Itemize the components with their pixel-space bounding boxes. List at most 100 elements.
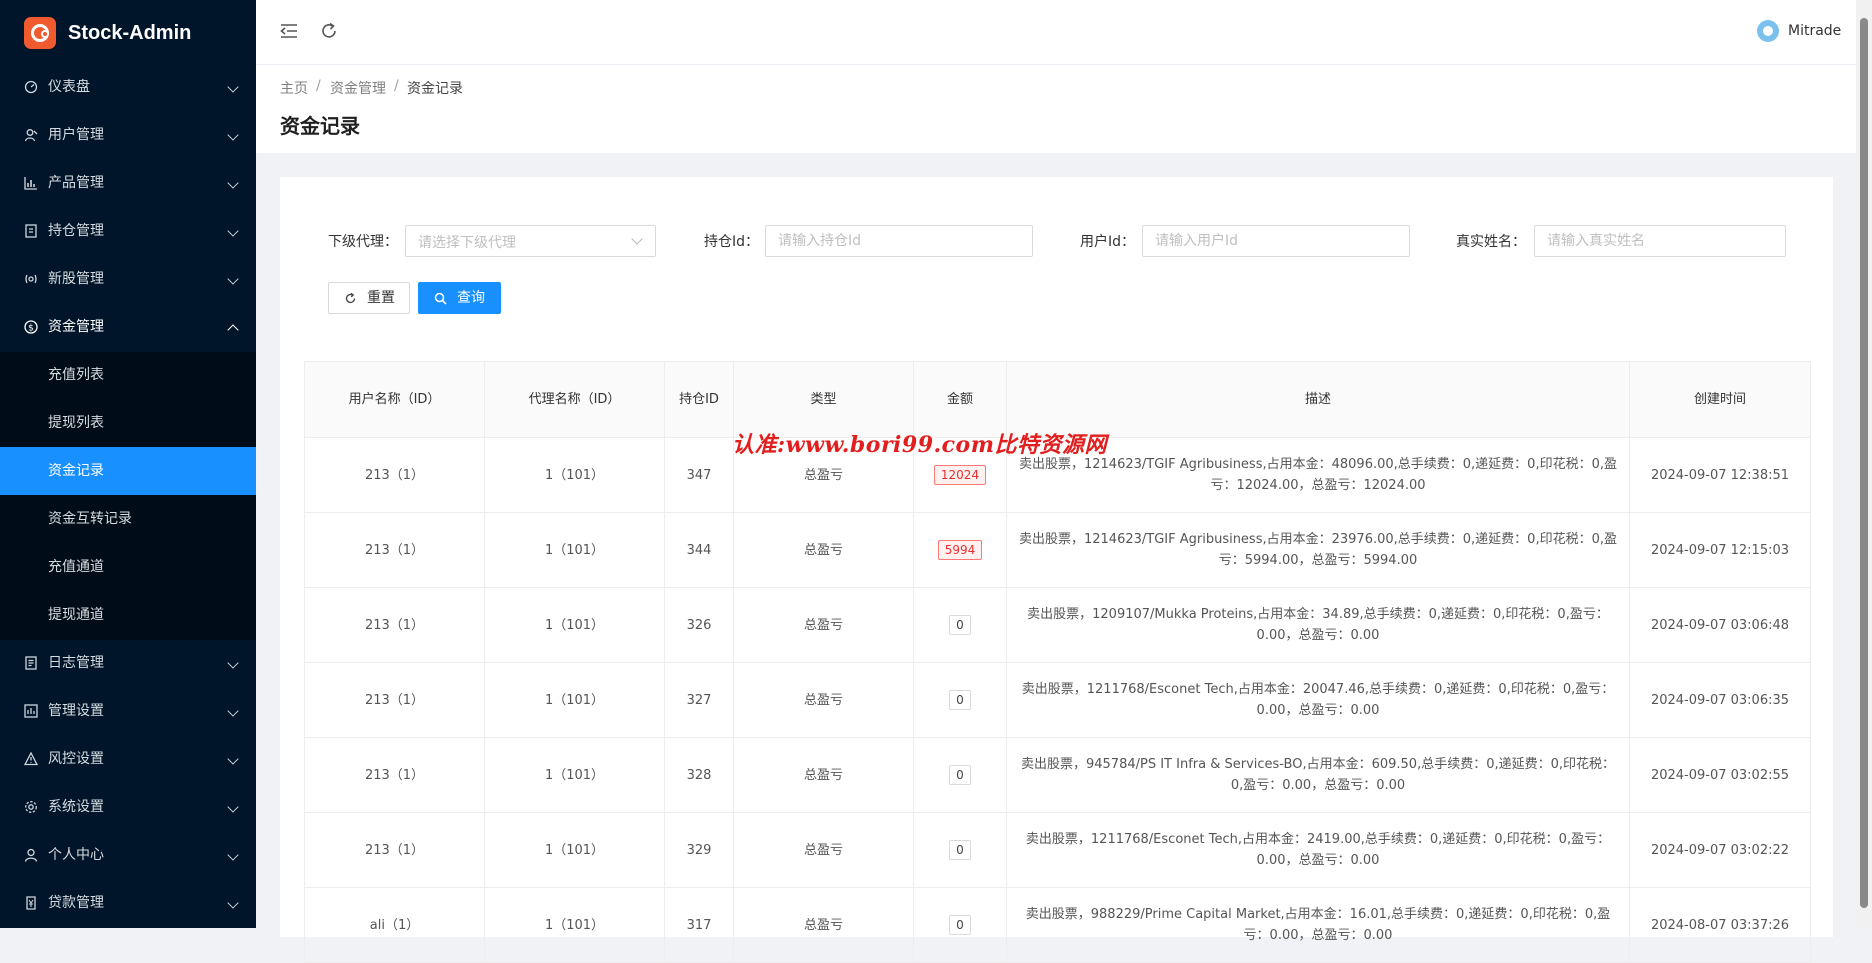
- scrollbar-thumb[interactable]: [1860, 18, 1868, 908]
- cell-amount: 0: [913, 587, 1007, 663]
- cell-user: 213（1）: [304, 662, 485, 738]
- sidebar-subitem-label: 提现通道: [48, 607, 104, 623]
- chevron-down-icon: [227, 801, 239, 813]
- real-name-input[interactable]: [1535, 226, 1785, 256]
- chevron-down-icon: [631, 233, 643, 245]
- cell-created: 2024-09-07 03:06:48: [1629, 587, 1811, 663]
- sidebar-item-ipo[interactable]: 新股管理: [0, 255, 256, 303]
- users-icon: [24, 129, 38, 142]
- breadcrumb-separator: /: [316, 78, 321, 94]
- chevron-down-icon: [227, 897, 239, 909]
- refresh-icon[interactable]: [318, 20, 340, 42]
- sidebar-item-loans[interactable]: 贷款管理: [0, 879, 256, 927]
- sidebar-subitem-recharge-list[interactable]: 充值列表: [0, 351, 256, 399]
- amount-tag: 0: [949, 839, 971, 860]
- sidebar-subitem-label: 资金互转记录: [48, 511, 132, 527]
- logo-icon: [24, 17, 56, 49]
- table-row: 213（1） 1（101） 328 总盈亏 0 卖出股票，945784/PS I…: [304, 737, 1811, 813]
- position-icon: [25, 224, 37, 238]
- position-id-input[interactable]: [766, 226, 1032, 256]
- amount-tag: 5994: [937, 539, 983, 560]
- cell-user: 213（1）: [304, 812, 485, 888]
- app-name: Stock-Admin: [68, 22, 192, 44]
- query-button[interactable]: 查询: [418, 282, 501, 314]
- user-id-input[interactable]: [1143, 226, 1409, 256]
- amount-tag: 12024: [933, 464, 987, 485]
- cell-description: 卖出股票，1209107/Mukka Proteins,占用本金：34.89,总…: [1006, 587, 1630, 663]
- cell-type: 总盈亏: [733, 662, 914, 738]
- sidebar-subitem-label: 充值通道: [48, 559, 104, 575]
- svg-text:$: $: [28, 323, 34, 333]
- chart-icon: [24, 177, 37, 190]
- sidebar-item-positions[interactable]: 持仓管理: [0, 207, 256, 255]
- position-id-field[interactable]: [765, 225, 1033, 257]
- sidebar-item-label: 日志管理: [48, 655, 104, 671]
- chevron-down-icon: [227, 225, 239, 237]
- chevron-down-icon: [227, 657, 239, 669]
- sidebar-item-risk[interactable]: 风控设置: [0, 735, 256, 783]
- user-id-label: 用户Id：: [1080, 234, 1136, 250]
- amount-tag: 0: [949, 614, 971, 635]
- sidebar-item-logs[interactable]: 日志管理: [0, 639, 256, 687]
- cell-type: 总盈亏: [733, 887, 914, 963]
- sidebar-item-label: 产品管理: [48, 175, 104, 191]
- cell-user: 213（1）: [304, 737, 485, 813]
- cell-type: 总盈亏: [733, 587, 914, 663]
- app-logo[interactable]: Stock-Admin: [24, 17, 244, 51]
- reset-button[interactable]: 重置: [328, 282, 410, 314]
- chevron-down-icon: [227, 129, 239, 141]
- sidebar-subitem-withdraw-channel[interactable]: 提现通道: [0, 591, 256, 639]
- cell-user: 213（1）: [304, 512, 485, 588]
- cell-amount: 0: [913, 887, 1007, 963]
- page-title: 资金记录: [280, 114, 360, 138]
- chevron-down-icon: [227, 705, 239, 717]
- menu-fold-icon[interactable]: [278, 20, 300, 42]
- cell-agent: 1（101）: [484, 737, 665, 813]
- cell-user: ali（1）: [304, 887, 485, 963]
- cell-agent: 1（101）: [484, 812, 665, 888]
- cell-amount: 0: [913, 662, 1007, 738]
- sidebar-item-label: 管理设置: [48, 703, 104, 719]
- agent-filter-label: 下级代理：: [328, 234, 398, 250]
- gear-icon: [25, 801, 37, 813]
- cell-description: 卖出股票，988229/Prime Capital Market,占用本金：16…: [1006, 887, 1630, 963]
- table-row: 213（1） 1（101） 344 总盈亏 5994 卖出股票，1214623/…: [304, 512, 1811, 588]
- amount-tag: 0: [949, 689, 971, 710]
- agent-select[interactable]: 请选择下级代理: [405, 225, 656, 257]
- sidebar-subitem-withdraw-list[interactable]: 提现列表: [0, 399, 256, 447]
- sidebar-subitem-fund-records[interactable]: 资金记录: [0, 447, 256, 495]
- cell-created: 2024-08-07 03:37:26: [1629, 887, 1811, 963]
- sidebar-item-dashboard[interactable]: 仪表盘: [0, 63, 256, 111]
- cell-agent: 1（101）: [484, 587, 665, 663]
- cell-amount: 0: [913, 812, 1007, 888]
- sidebar-item-management[interactable]: 管理设置: [0, 687, 256, 735]
- warning-icon: [24, 752, 38, 766]
- search-icon: [434, 292, 447, 305]
- real-name-field[interactable]: [1534, 225, 1786, 257]
- sidebar-item-funds[interactable]: $ 资金管理: [0, 303, 256, 351]
- ipo-icon: [25, 274, 37, 284]
- cell-description: 卖出股票，1211768/Esconet Tech,占用本金：20047.46,…: [1006, 662, 1630, 738]
- table-row: ali（1） 1（101） 317 总盈亏 0 卖出股票，988229/Prim…: [304, 887, 1811, 963]
- content-card: 下级代理： 请选择下级代理 持仓Id： 用户Id： 真实姓名： 重置 查询 用户…: [280, 177, 1833, 963]
- sidebar-item-products[interactable]: 产品管理: [0, 159, 256, 207]
- breadcrumb-funds[interactable]: 资金管理: [330, 78, 386, 98]
- column-header-created: 创建时间: [1629, 361, 1811, 438]
- agent-select-placeholder: 请选择下级代理: [418, 235, 516, 251]
- page-scrollbar[interactable]: [1856, 0, 1872, 928]
- avatar[interactable]: [1757, 20, 1779, 42]
- top-header: [256, 0, 1856, 65]
- chevron-up-icon: [227, 324, 239, 336]
- position-id-label: 持仓Id：: [704, 234, 760, 250]
- breadcrumb-current: 资金记录: [407, 81, 463, 97]
- sidebar-subitem-recharge-channel[interactable]: 充值通道: [0, 543, 256, 591]
- sidebar-item-profile[interactable]: 个人中心: [0, 831, 256, 879]
- manage-icon: [24, 704, 38, 718]
- breadcrumb-home[interactable]: 主页: [280, 78, 308, 98]
- sidebar-item-system[interactable]: 系统设置: [0, 783, 256, 831]
- sidebar-item-users[interactable]: 用户管理: [0, 111, 256, 159]
- user-id-field[interactable]: [1142, 225, 1410, 257]
- sidebar-subitem-transfer-records[interactable]: 资金互转记录: [0, 495, 256, 543]
- username[interactable]: Mitrade: [1788, 23, 1841, 39]
- reset-button-label: 重置: [367, 290, 395, 306]
